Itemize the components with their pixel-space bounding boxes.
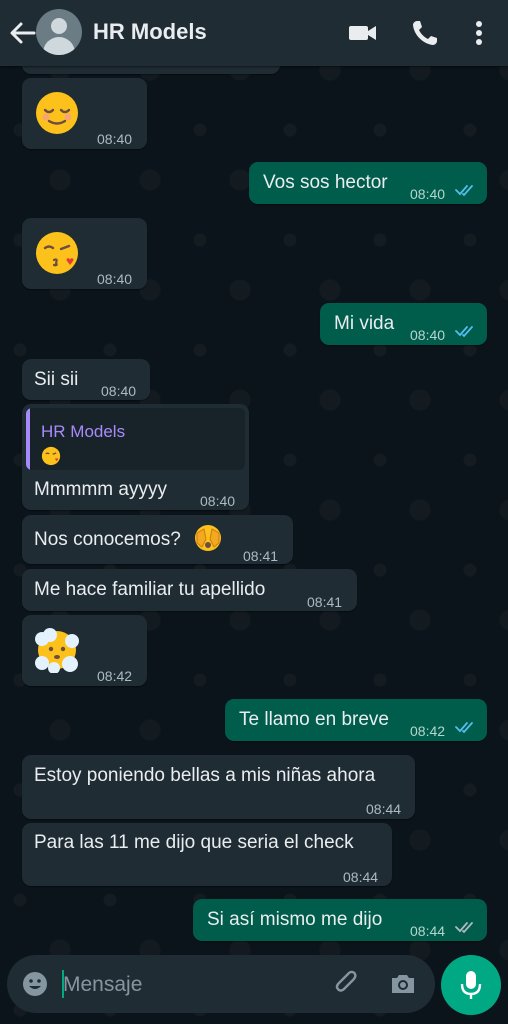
message-incoming[interactable]: Me hace familiar tu apellido 08:41 (22, 569, 357, 611)
message-text: Si así mismo me dijo (207, 909, 383, 930)
read-ticks-icon (455, 326, 473, 338)
message-outgoing[interactable]: Te llamo en breve 08:42 (225, 699, 487, 741)
chat-header: HR Models (0, 0, 508, 66)
mic-icon (460, 971, 482, 999)
message-incoming[interactable]: Nos conocemos? 08:41 (22, 515, 293, 564)
message-incoming[interactable]: 08:42 (22, 615, 147, 686)
emoji-icon[interactable] (21, 970, 49, 998)
read-ticks-icon (455, 722, 473, 734)
message-incoming[interactable]: 08:40 (22, 78, 147, 149)
message-outgoing[interactable]: Vos sos hector 08:40 (249, 162, 487, 204)
message-time: 08:40 (410, 186, 446, 202)
message-text: Nos conocemos? (34, 529, 181, 550)
video-call-icon[interactable] (348, 18, 378, 48)
attach-icon[interactable] (332, 969, 362, 999)
message-incoming[interactable]: 08:40 (22, 218, 147, 289)
message-time: 08:40 (101, 383, 137, 399)
contact-name[interactable]: HR Models (93, 19, 207, 45)
message-text: Vos sos hector (263, 172, 388, 193)
message-time: 08:40 (200, 493, 236, 509)
quoted-author: HR Models (41, 422, 126, 441)
face-blowing-kiss-emoji (41, 446, 61, 466)
avatar[interactable] (36, 9, 82, 55)
message-outgoing[interactable]: Mi vida 08:40 (320, 303, 487, 345)
face-with-peeking-eye-emoji (195, 525, 221, 551)
message-text: Para las 11 me dijo que seria el check (34, 832, 354, 853)
message-input[interactable]: Mensaje (63, 973, 142, 997)
message-text: Me hace familiar tu apellido (34, 579, 266, 600)
camera-icon[interactable] (389, 970, 417, 998)
message-time: 08:44 (366, 801, 402, 817)
message-outgoing[interactable]: Si así mismo me dijo 08:44 (193, 899, 487, 941)
message-time: 08:40 (97, 131, 133, 147)
message-incoming[interactable]: Estoy poniendo bellas a mis niñas ahora … (22, 755, 415, 819)
message-incoming[interactable]: Para las 11 me dijo que seria el check 0… (22, 823, 392, 886)
message-text: Estoy poniendo bellas a mis niñas ahora (34, 765, 376, 786)
message-time: 08:41 (307, 594, 343, 610)
message-time: 08:44 (410, 923, 446, 939)
relieved-face-emoji (36, 92, 78, 134)
message-text: Mmmmm ayyyy (34, 479, 167, 500)
more-vert-icon[interactable] (466, 18, 492, 48)
message-text: Mi vida (334, 313, 395, 334)
message-text: Sii sii (34, 369, 79, 390)
read-ticks-icon (455, 185, 473, 197)
phone-icon[interactable] (410, 18, 440, 48)
quoted-message[interactable]: HR Models (26, 408, 245, 470)
face-in-clouds-emoji (35, 628, 79, 673)
message-time: 08:41 (243, 548, 279, 564)
message-incoming-reply[interactable]: HR Models Mmmmm ayyyy 08:40 (22, 404, 249, 510)
message-time: 08:42 (410, 723, 446, 739)
message-time: 08:42 (97, 668, 133, 684)
mic-button[interactable] (441, 955, 501, 1015)
message-time: 08:44 (343, 869, 379, 885)
delivered-ticks-icon (455, 922, 473, 934)
message-input-bar: Mensaje (7, 955, 435, 1013)
message-text: Te llamo en breve (239, 709, 389, 730)
message-time: 08:40 (97, 271, 133, 287)
back-arrow-icon[interactable] (8, 20, 36, 46)
message-incoming[interactable]: Sii sii 08:40 (22, 359, 150, 400)
face-blowing-kiss-emoji (36, 232, 78, 274)
message-time: 08:40 (410, 327, 446, 343)
